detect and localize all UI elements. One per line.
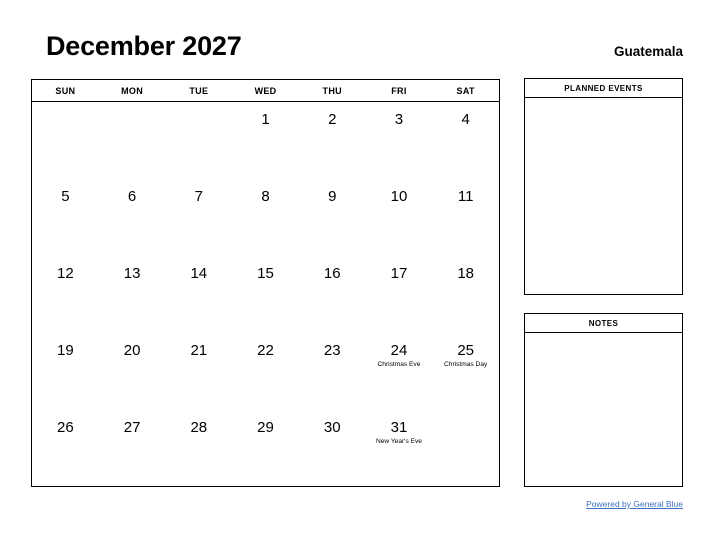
calendar-grid: SUN MON TUE WED THU FRI SAT 1 2 3 4 5 6 7 8 9 10 11 12 13 1…: [31, 79, 500, 487]
day-number: 17: [390, 265, 408, 282]
calendar-week-row: 12 13 14 15 16 17 18: [32, 256, 499, 333]
day-cell-23[interactable]: 23: [299, 333, 366, 410]
day-cell-4[interactable]: 4: [432, 102, 499, 179]
weekday-header-tue: TUE: [189, 85, 209, 96]
powered-by-link[interactable]: Powered by General Blue: [586, 499, 683, 509]
day-cell-22[interactable]: 22: [232, 333, 299, 410]
notes-title: NOTES: [525, 314, 682, 333]
day-cell-15[interactable]: 15: [232, 256, 299, 333]
day-cell-24[interactable]: 24 Christmas Eve: [366, 333, 433, 410]
weekday-header-fri: FRI: [391, 85, 407, 96]
country-label: Guatemala: [613, 44, 683, 59]
day-number: 9: [328, 188, 337, 205]
day-cell-empty: [32, 102, 99, 179]
day-number: 30: [323, 419, 341, 436]
day-cell-10[interactable]: 10: [366, 179, 433, 256]
day-number: 3: [394, 111, 404, 128]
planned-events-panel: PLANNED EVENTS: [524, 78, 683, 295]
day-cell-12[interactable]: 12: [32, 256, 99, 333]
day-number: 29: [257, 419, 274, 436]
day-number: 16: [323, 265, 341, 282]
day-cell-31[interactable]: 31 New Year's Eve: [366, 410, 433, 487]
day-event-label: Christmas Day: [444, 361, 488, 368]
day-cell-25[interactable]: 25 Christmas Day: [432, 333, 499, 410]
calendar-week-row: 19 20 21 22 23 24 Christmas Eve 25 Christmas Day: [32, 333, 499, 410]
day-number: 21: [190, 342, 208, 359]
day-number: 10: [390, 188, 408, 205]
day-cell-1[interactable]: 1: [232, 102, 299, 179]
day-number: 31: [390, 419, 408, 436]
day-cell-3[interactable]: 3: [366, 102, 433, 179]
planned-events-title: PLANNED EVENTS: [525, 79, 682, 98]
calendar-weeks: 1 2 3 4 5 6 7 8 9 10 11 12 13 14 15 16 17 18 19 20 21 22 23 24 C…: [32, 102, 499, 487]
calendar-week-row: 5 6 7 8 9 10 11: [32, 179, 499, 256]
day-cell-13[interactable]: 13: [99, 256, 166, 333]
day-number: 2: [328, 111, 337, 128]
day-number: 20: [123, 342, 141, 359]
weekday-header-mon: MON: [121, 85, 144, 96]
day-cell-empty: [99, 102, 166, 179]
day-cell-16[interactable]: 16: [299, 256, 366, 333]
weekday-header-wed: WED: [254, 85, 277, 96]
day-event-label: Christmas Eve: [377, 361, 421, 368]
day-cell-20[interactable]: 20: [99, 333, 166, 410]
day-cell-18[interactable]: 18: [432, 256, 499, 333]
day-number: 25: [457, 342, 475, 359]
day-number: 12: [57, 265, 74, 282]
day-number: 22: [257, 342, 274, 359]
day-number: 8: [261, 188, 270, 205]
day-number: 11: [457, 188, 474, 205]
day-cell-27[interactable]: 27: [99, 410, 166, 487]
notes-body[interactable]: [525, 333, 682, 486]
page-header: December 2027 Guatemala: [0, 0, 712, 72]
day-number: 24: [390, 342, 408, 359]
page-title: December 2027: [46, 31, 242, 61]
day-cell-29[interactable]: 29: [232, 410, 299, 487]
day-cell-empty: [165, 102, 232, 179]
day-cell-6[interactable]: 6: [99, 179, 166, 256]
weekday-header-row: SUN MON TUE WED THU FRI SAT: [32, 80, 499, 102]
day-number: 5: [61, 188, 70, 205]
day-number: 26: [57, 419, 74, 436]
day-cell-14[interactable]: 14: [165, 256, 232, 333]
day-number: 4: [461, 111, 470, 128]
weekday-header-thu: THU: [322, 85, 342, 96]
day-cell-7[interactable]: 7: [165, 179, 232, 256]
calendar-week-row: 26 27 28 29 30 31 New Year's Eve: [32, 410, 499, 487]
day-cell-5[interactable]: 5: [32, 179, 99, 256]
day-cell-8[interactable]: 8: [232, 179, 299, 256]
day-cell-21[interactable]: 21: [165, 333, 232, 410]
day-number: 23: [323, 342, 341, 359]
day-cell-empty: [432, 410, 499, 487]
day-cell-26[interactable]: 26: [32, 410, 99, 487]
day-cell-17[interactable]: 17: [366, 256, 433, 333]
day-number: 7: [194, 188, 203, 205]
day-number: 14: [190, 265, 208, 282]
day-cell-28[interactable]: 28: [165, 410, 232, 487]
day-number: 13: [123, 265, 141, 282]
day-cell-11[interactable]: 11: [432, 179, 499, 256]
day-number: 6: [127, 188, 137, 205]
day-cell-2[interactable]: 2: [299, 102, 366, 179]
day-event-label: New Year's Eve: [375, 438, 422, 445]
day-number: 19: [57, 342, 74, 359]
day-number: 27: [123, 419, 141, 436]
day-cell-30[interactable]: 30: [299, 410, 366, 487]
planned-events-body[interactable]: [525, 98, 682, 294]
day-cell-9[interactable]: 9: [299, 179, 366, 256]
day-number: 18: [457, 265, 475, 282]
day-number: 15: [257, 265, 274, 282]
day-cell-19[interactable]: 19: [32, 333, 99, 410]
weekday-header-sun: SUN: [55, 85, 76, 96]
weekday-header-sat: SAT: [456, 85, 475, 96]
day-number: 1: [261, 111, 270, 128]
calendar-week-row: 1 2 3 4: [32, 102, 499, 179]
notes-panel: NOTES: [524, 313, 683, 487]
day-number: 28: [190, 419, 208, 436]
